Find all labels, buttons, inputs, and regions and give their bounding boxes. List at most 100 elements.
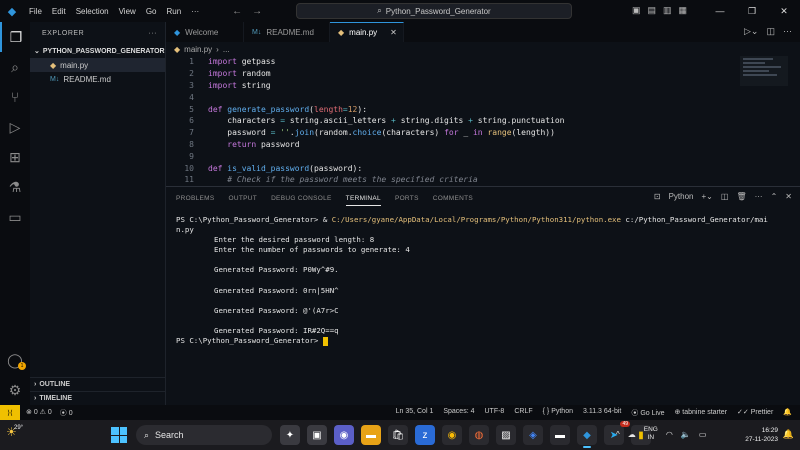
line-number: 7 [189,128,194,138]
tab-ports[interactable]: PORTS [395,195,419,202]
back-arrow-icon[interactable]: ← [232,6,242,17]
go-live-button[interactable]: ⦿ Go Live [631,408,664,418]
line-endings[interactable]: CRLF [514,408,532,418]
teams-chat-icon[interactable]: ◉ [334,425,354,445]
firefox-icon[interactable]: ◍ [469,425,489,445]
notification-bell-icon[interactable]: 🔔 [783,429,794,440]
taskbar-search[interactable]: ⌕ Search [136,425,272,445]
command-center-text: Python_Password_Generator [385,6,491,16]
menu-go[interactable]: Go [141,7,162,16]
microsoft-store-icon[interactable]: 🛍 [388,425,408,445]
comments-icon[interactable]: ▭ [0,202,30,232]
new-terminal-icon[interactable]: +⌄ [702,192,713,201]
run-python-icon[interactable]: ▷⌄ [744,26,758,37]
code-editor[interactable]: 1 import getpass 2 import random 3 import str… [166,56,800,186]
more-actions-icon[interactable]: ··· [755,192,763,201]
file-explorer-icon[interactable]: ▬ [361,425,381,445]
minimap[interactable] [740,56,788,86]
line-number: 2 [189,69,194,79]
accounts-icon[interactable]: ◯ 1 [0,345,30,375]
clock[interactable]: 16:29 27-11-2023 [745,426,778,444]
timeline-section[interactable]: › TIMELINE [30,391,166,405]
outline-section[interactable]: › OUTLINE [30,377,166,391]
terminal-final-prompt-line: PS C:\Python_Password_Generator> [176,336,800,346]
breadcrumb-file[interactable]: main.py [184,45,212,54]
ports-status[interactable]: ⦿ 0 [60,408,73,418]
minimize-icon[interactable]: — [704,0,736,22]
toggle-secondary-sidebar-icon[interactable]: ▥ [663,5,672,16]
tab-welcome[interactable]: ◆ Welcome [166,22,244,42]
menu-view[interactable]: View [114,7,141,16]
tab-problems[interactable]: PROBLEMS [176,195,215,202]
cursor-position[interactable]: Ln 35, Col 1 [396,408,434,418]
tab-output[interactable]: OUTPUT [229,195,258,202]
file-main-py[interactable]: ◆ main.py [30,58,165,72]
volume-icon[interactable]: 🔈 [681,430,691,439]
extensions-icon[interactable]: ⊞ [0,142,30,172]
explorer-more-icon[interactable]: ··· [149,30,158,37]
explorer-icon[interactable]: ❐ [0,22,30,52]
git-app-icon[interactable]: ◈ [523,425,543,445]
split-editor-icon[interactable]: ◫ [766,26,775,37]
menu-selection[interactable]: Selection [71,7,114,16]
chevron-up-icon[interactable]: ⌃ [771,192,778,201]
chevron-up-icon[interactable]: ^ [616,430,620,439]
menu-edit[interactable]: Edit [47,7,71,16]
chrome-icon[interactable]: ◉ [442,425,462,445]
menu-run[interactable]: Run [161,7,186,16]
manage-gear-icon[interactable]: ⚙ [0,375,30,405]
zoho-app-icon[interactable]: z [415,425,435,445]
forward-arrow-icon[interactable]: → [252,6,262,17]
project-folder[interactable]: ⌄ PYTHON_PASSWORD_GENERATOR [30,44,165,58]
menu-file[interactable]: File [24,7,47,16]
tab-readme[interactable]: M↓ README.md [244,22,330,42]
language-mode[interactable]: { } Python [543,408,573,418]
customize-layout-icon[interactable]: ▦ [679,5,688,16]
task-view-icon[interactable]: ▣ [307,425,327,445]
toggle-panel-icon[interactable]: ▤ [648,5,657,16]
tab-comments[interactable]: COMMENTS [433,195,473,202]
split-terminal-icon[interactable]: ◫ [721,192,729,201]
battery-icon[interactable]: ▭ [699,430,707,439]
tab-main-py[interactable]: ◆ main.py ✕ [330,22,404,42]
onedrive-cloud-icon[interactable]: ☁ [628,430,636,439]
command-center-search[interactable]: ⌕ Python_Password_Generator [296,3,572,19]
menu-more[interactable]: ··· [186,7,204,16]
restore-icon[interactable]: ❐ [736,0,768,22]
source-control-icon[interactable]: ⑂ [0,82,30,112]
photos-app-icon[interactable]: ▨ [496,425,516,445]
close-icon[interactable]: ✕ [390,28,397,37]
terminal-output[interactable]: PS C:\Python_Password_Generator> & C:/Us… [166,209,800,346]
more-actions-icon[interactable]: ··· [783,26,792,37]
indentation[interactable]: Spaces: 4 [443,408,474,418]
problems-status[interactable]: ⊗ 0 ⚠ 0 [26,408,52,418]
vscode-taskbar-icon[interactable]: ◆ [577,425,597,448]
search-view-icon[interactable]: ⌕ [0,52,30,82]
language-indicator[interactable]: ENG IN [644,426,658,442]
close-window-icon[interactable]: ✕ [768,0,800,22]
tab-terminal[interactable]: TERMINAL [345,195,381,206]
prettier-status[interactable]: ✓✓ Prettier [737,408,773,418]
file-readme-md[interactable]: M↓ README.md [30,72,165,86]
clock-time: 16:29 [761,427,778,434]
encoding[interactable]: UTF-8 [484,408,504,418]
terminal-app-icon[interactable]: ▬ [550,425,570,445]
notifications-bell-icon[interactable]: 🔔 [783,408,792,418]
tabnine-status[interactable]: ⊕ tabnine starter [674,408,727,418]
python-exe-path: C:/Users/gyane/AppData/Local/Programs/Py… [331,215,621,224]
testing-icon[interactable]: ⚗ [0,172,30,202]
breadcrumb-rest[interactable]: ... [223,45,230,54]
trash-icon[interactable]: 🗑 [736,192,746,201]
wifi-icon[interactable]: ◠ [666,430,673,439]
start-windows-icon[interactable] [111,427,127,443]
copilot-icon[interactable]: ✦ [280,425,300,445]
python-interpreter[interactable]: 3.11.3 64-bit [583,408,621,418]
line-number: 6 [189,116,194,126]
run-debug-icon[interactable]: ▷ [0,112,30,142]
toggle-primary-sidebar-icon[interactable]: ▣ [632,5,641,16]
language-bottom: IN [647,434,655,441]
tab-debug-console[interactable]: DEBUG CONSOLE [271,195,332,202]
remote-indicator-icon[interactable]: ⟩⟨ [0,405,20,420]
terminal-shell-label[interactable]: Python [669,192,694,201]
close-panel-icon[interactable]: ✕ [785,192,792,201]
